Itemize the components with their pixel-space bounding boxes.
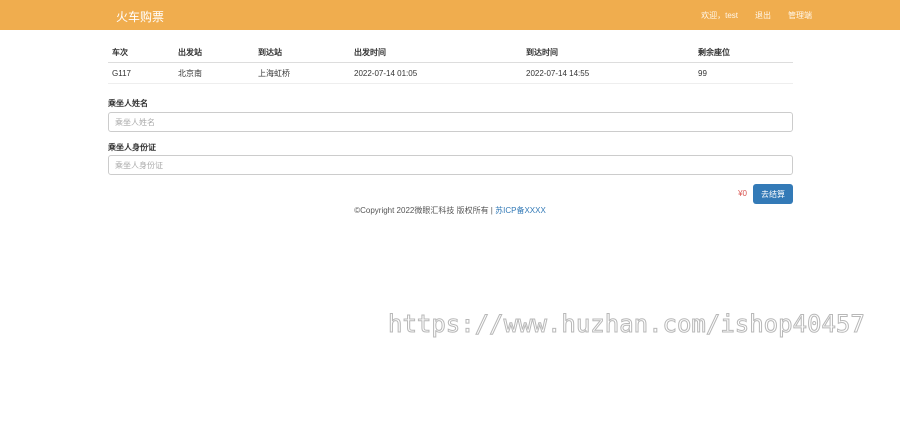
train-table: 车次 出发站 到达站 出发时间 到达时间 剩余座位 G117 北京南 上海虹桥 … <box>108 42 793 84</box>
table-header-row: 车次 出发站 到达站 出发时间 到达时间 剩余座位 <box>108 42 793 63</box>
footer: ©Copyright 2022微眼汇科技 版权所有 | 苏ICP备XXXX <box>0 205 900 216</box>
col-header-departure-station: 出发站 <box>174 42 254 63</box>
passenger-id-input[interactable] <box>108 155 793 175</box>
total-price: ¥0 <box>738 189 747 198</box>
cell-arrival-time: 2022-07-14 14:55 <box>522 62 694 84</box>
col-header-arrival-time: 到达时间 <box>522 42 694 63</box>
col-header-departure-time: 出发时间 <box>350 42 522 63</box>
nav-admin-link[interactable]: 管理端 <box>788 10 812 21</box>
watermark-text: https://www.huzhan.com/ishop40457 <box>388 310 866 339</box>
cell-arrival-station: 上海虹桥 <box>254 62 350 84</box>
nav-logout-link[interactable]: 退出 <box>755 10 771 21</box>
cell-departure-station: 北京南 <box>174 62 254 84</box>
passenger-name-label: 乘坐人姓名 <box>108 99 148 108</box>
nav-links: 欢迎，test 退出 管理端 <box>701 10 812 21</box>
passenger-name-input[interactable] <box>108 112 793 132</box>
col-header-arrival-station: 到达站 <box>254 42 350 63</box>
col-header-train-no: 车次 <box>108 42 174 63</box>
col-header-remaining-seats: 剩余座位 <box>694 42 793 63</box>
passenger-id-label: 乘坐人身份证 <box>108 143 156 152</box>
table-row: G117 北京南 上海虹桥 2022-07-14 01:05 2022-07-1… <box>108 62 793 84</box>
cell-departure-time: 2022-07-14 01:05 <box>350 62 522 84</box>
brand-title[interactable]: 火车购票 <box>116 8 164 25</box>
navbar: 火车购票 欢迎，test 退出 管理端 <box>0 0 900 30</box>
footer-copyright: ©Copyright 2022微眼汇科技 版权所有 | <box>354 206 496 215</box>
checkout-button[interactable]: 去结算 <box>753 184 793 204</box>
cell-train-no: G117 <box>108 62 174 84</box>
cell-remaining-seats: 99 <box>694 62 793 84</box>
footer-icp-link[interactable]: 苏ICP备XXXX <box>495 206 546 215</box>
nav-welcome-user[interactable]: 欢迎，test <box>701 10 738 21</box>
train-table-container: 车次 出发站 到达站 出发时间 到达时间 剩余座位 G117 北京南 上海虹桥 … <box>108 42 793 84</box>
